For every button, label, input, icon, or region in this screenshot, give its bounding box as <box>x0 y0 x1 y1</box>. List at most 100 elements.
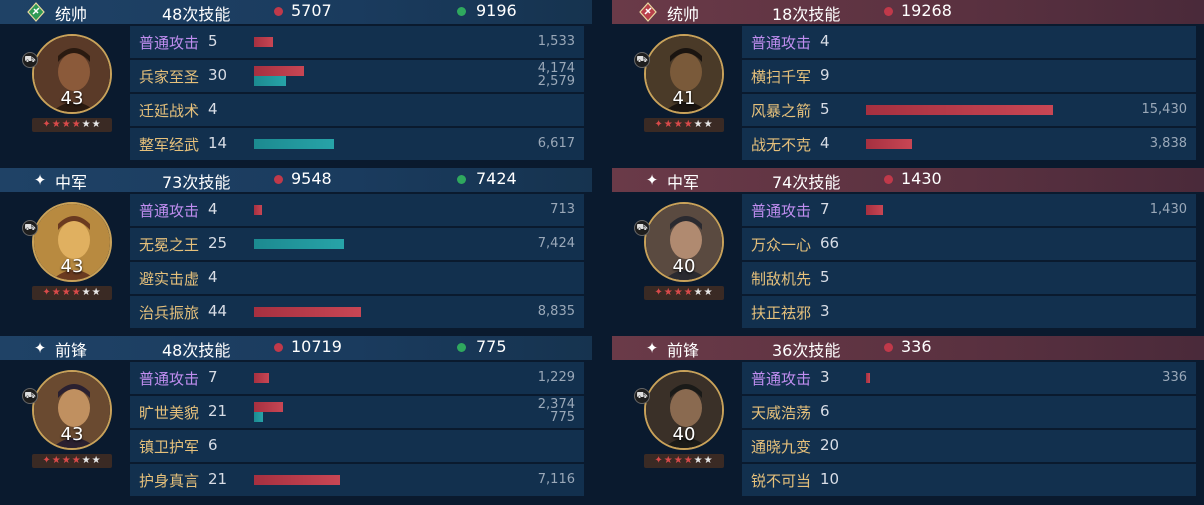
hero-section: 统帅 48次技能 5707 9196 ⛟ 43 ✦★★★★★ 普通攻击 5 1,533 兵家至圣 3… <box>0 0 592 168</box>
skill-use-count: 21 <box>208 470 228 488</box>
enemy-team-panel: 统帅 18次技能 19268 ⛟ 41 ✦★★★★★ 普通攻击 4 横扫千军 9 风暴之箭 5 15,… <box>612 0 1204 505</box>
hero-section: ✦ 前锋 48次技能 10719 775 ⛟ 43 ✦★★★★★ 普通攻击 7 1,229 旷世美貌… <box>0 336 592 504</box>
damage-value: 7,116 <box>537 472 575 487</box>
troop-type-icon: ⛟ <box>634 220 650 236</box>
role-label: 统帅 <box>55 5 88 24</box>
damage-bar <box>254 205 262 215</box>
skill-use-count: 5 <box>820 100 830 118</box>
damage-value: 1,430 <box>1149 202 1187 217</box>
star-rating: ✦★★★★★ <box>32 454 112 468</box>
player-team-panel: 统帅 48次技能 5707 9196 ⛟ 43 ✦★★★★★ 普通攻击 5 1,533 兵家至圣 3… <box>0 0 592 505</box>
heal-bar <box>254 412 263 422</box>
skill-name: 普通攻击 <box>751 370 812 388</box>
role-label: 前锋 <box>55 341 88 360</box>
skill-name: 迁延战术 <box>139 102 200 120</box>
skill-use-count: 30 <box>208 66 228 84</box>
damage-total: 10719 <box>291 337 342 356</box>
damage-total: 1430 <box>901 169 942 188</box>
section-header: ✦ 中军 74次技能 1430 <box>612 168 1204 192</box>
damage-bar <box>254 475 340 485</box>
hero-level: 40 <box>672 424 696 445</box>
commander-badge-icon <box>26 2 46 22</box>
damage-value: 336 <box>1162 370 1187 385</box>
skill-name: 风暴之箭 <box>751 102 812 120</box>
skill-use-count: 10 <box>820 470 840 488</box>
hero-portrait[interactable]: ⛟ 43 ✦★★★★★ <box>22 370 114 470</box>
damage-bar <box>254 373 269 383</box>
skill-use-count: 14 <box>208 134 228 152</box>
damage-bar <box>254 66 304 76</box>
skill-name: 镇卫护军 <box>139 438 200 456</box>
skill-row: 普通攻击 4 <box>742 26 1196 58</box>
heal-dot-icon <box>457 343 466 352</box>
hero-level: 43 <box>60 88 84 109</box>
skill-name: 万众一心 <box>751 236 812 254</box>
skill-name: 旷世美貌 <box>139 404 200 422</box>
skill-row: 扶正祛邪 3 <box>742 296 1196 328</box>
section-header: ✦ 前锋 48次技能 10719 775 <box>0 336 592 360</box>
star-icon: ★★ <box>693 455 714 466</box>
heal-bar <box>254 76 286 86</box>
skill-name: 锐不可当 <box>751 472 812 490</box>
star-icon: ✦ <box>33 171 47 189</box>
skill-use-count: 4 <box>208 268 218 286</box>
damage-value: 713 <box>550 202 575 217</box>
heal-total: 7424 <box>476 169 517 188</box>
hero-level: 43 <box>60 256 84 277</box>
skill-row: 普通攻击 7 1,229 <box>130 362 584 394</box>
star-icon: ✦ <box>33 339 47 357</box>
skill-use-count: 4 <box>820 134 830 152</box>
star-icon: ✦ <box>645 339 659 357</box>
troop-type-icon: ⛟ <box>22 388 38 404</box>
skill-row: 迁延战术 4 <box>130 94 584 126</box>
hero-portrait[interactable]: ⛟ 41 ✦★★★★★ <box>634 34 726 134</box>
heal-value: 6,617 <box>537 136 575 151</box>
skill-count: 48次技能 <box>162 5 231 24</box>
skill-use-count: 9 <box>820 66 830 84</box>
damage-bar <box>866 373 870 383</box>
damage-bar <box>866 139 912 149</box>
heal-dot-icon <box>457 175 466 184</box>
star-rating: ✦★★★★★ <box>32 286 112 300</box>
heal-value: 2,579 <box>537 74 575 89</box>
skill-row: 无冕之王 25 7,424 <box>130 228 584 260</box>
section-header: 统帅 18次技能 19268 <box>612 0 1204 24</box>
skill-name: 制敌机先 <box>751 270 812 288</box>
skill-name: 通晓九变 <box>751 438 812 456</box>
hero-portrait[interactable]: ⛟ 40 ✦★★★★★ <box>634 370 726 470</box>
hero-portrait[interactable]: ⛟ 43 ✦★★★★★ <box>22 34 114 134</box>
star-rating: ✦★★★★★ <box>644 118 724 132</box>
star-icon: ✦★★★ <box>42 119 82 130</box>
star-icon: ✦★★★ <box>42 287 82 298</box>
section-header: ✦ 前锋 36次技能 336 <box>612 336 1204 360</box>
skill-use-count: 66 <box>820 234 840 252</box>
skill-name: 天威浩荡 <box>751 404 812 422</box>
commander-sword-icon <box>638 2 658 22</box>
star-icon: ★★ <box>81 119 102 130</box>
troop-type-icon: ⛟ <box>22 52 38 68</box>
skill-use-count: 4 <box>208 200 218 218</box>
damage-value: 1,533 <box>537 34 575 49</box>
skill-row: 通晓九变 20 <box>742 430 1196 462</box>
skill-row: 镇卫护军 6 <box>130 430 584 462</box>
skill-count: 73次技能 <box>162 173 231 192</box>
skill-row: 兵家至圣 30 4,174 2,579 <box>130 60 584 92</box>
skill-row: 治兵振旅 44 8,835 <box>130 296 584 328</box>
role-label: 中军 <box>667 173 700 192</box>
hero-portrait[interactable]: ⛟ 43 ✦★★★★★ <box>22 202 114 302</box>
star-rating: ✦★★★★★ <box>644 286 724 300</box>
heal-dot-icon <box>457 7 466 16</box>
skill-count: 48次技能 <box>162 341 231 360</box>
skill-use-count: 3 <box>820 368 830 386</box>
hero-section: 统帅 18次技能 19268 ⛟ 41 ✦★★★★★ 普通攻击 4 横扫千军 9 风暴之箭 5 15,… <box>612 0 1204 168</box>
damage-total: 5707 <box>291 1 332 20</box>
damage-dot-icon <box>274 7 283 16</box>
skill-name: 普通攻击 <box>139 34 200 52</box>
troop-type-icon: ⛟ <box>634 52 650 68</box>
hero-portrait[interactable]: ⛟ 40 ✦★★★★★ <box>634 202 726 302</box>
star-icon: ★★ <box>81 287 102 298</box>
skill-use-count: 21 <box>208 402 228 420</box>
skill-name: 普通攻击 <box>139 202 200 220</box>
skill-row: 万众一心 66 <box>742 228 1196 260</box>
star-rating: ✦★★★★★ <box>32 118 112 132</box>
